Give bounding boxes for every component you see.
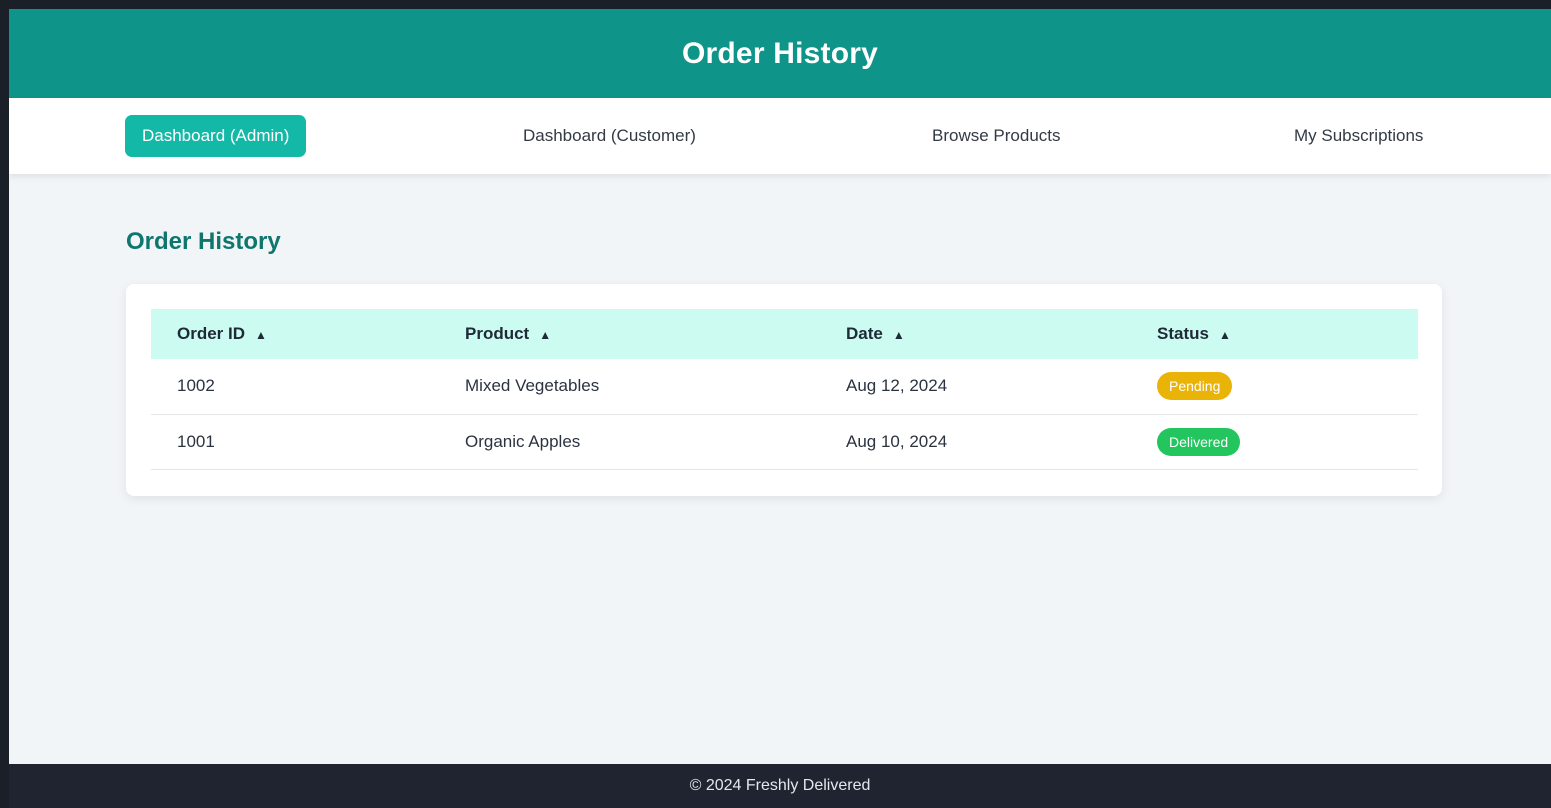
sort-ascending-icon: ▲ [892,328,905,342]
nav-browse-products[interactable]: Browse Products [915,115,1078,157]
orders-card: Order ID ▲ Product ▲ Date ▲ Status ▲ 1002 [126,284,1442,496]
header-bar: Order History [9,9,1551,98]
sort-ascending-icon: ▲ [255,328,267,342]
column-header-status[interactable]: Status ▲ [1131,309,1418,359]
column-header-order-id[interactable]: Order ID ▲ [151,309,439,359]
nav-my-subscriptions[interactable]: My Subscriptions [1277,115,1440,157]
app-window: Order History Dashboard (Admin) Dashboar… [9,9,1551,808]
table-row: 1001 Organic Apples Aug 10, 2024 Deliver… [151,414,1418,469]
cell-product: Mixed Vegetables [465,376,600,396]
sort-ascending-icon: ▲ [539,328,552,342]
cell-date: Aug 12, 2024 [846,376,948,396]
header-title: Order History [682,36,878,70]
status-badge: Delivered [1157,427,1241,456]
cell-status: Delivered [1131,414,1418,469]
cell-order-id: 1002 [177,376,215,396]
footer: © 2024 Freshly Delivered [9,764,1551,808]
cell-order-id: 1001 [177,431,215,451]
nav-dashboard-admin[interactable]: Dashboard (Admin) [125,115,307,157]
cell-status: Pending [1131,359,1418,414]
cell-date: Aug 10, 2024 [846,431,948,451]
column-header-label: Product [465,324,530,343]
column-header-label: Date [846,324,883,343]
page-title: Order History [126,228,281,255]
status-badge: Pending [1157,372,1233,401]
table-header-row: Order ID ▲ Product ▲ Date ▲ Status ▲ [151,309,1418,359]
column-header-product[interactable]: Product ▲ [439,309,820,359]
column-header-label: Status [1157,324,1209,343]
orders-table: Order ID ▲ Product ▲ Date ▲ Status ▲ 1002 [151,309,1418,470]
table-row: 1002 Mixed Vegetables Aug 12, 2024 Pendi… [151,359,1418,414]
column-header-label: Order ID [177,324,246,343]
column-header-date[interactable]: Date ▲ [820,309,1131,359]
nav-bar: Dashboard (Admin) Dashboard (Customer) B… [9,98,1551,174]
footer-copyright: © 2024 Freshly Delivered [689,777,871,794]
cell-product: Organic Apples [465,431,581,451]
sort-ascending-icon: ▲ [1218,328,1231,342]
nav-dashboard-customer[interactable]: Dashboard (Customer) [506,115,713,157]
